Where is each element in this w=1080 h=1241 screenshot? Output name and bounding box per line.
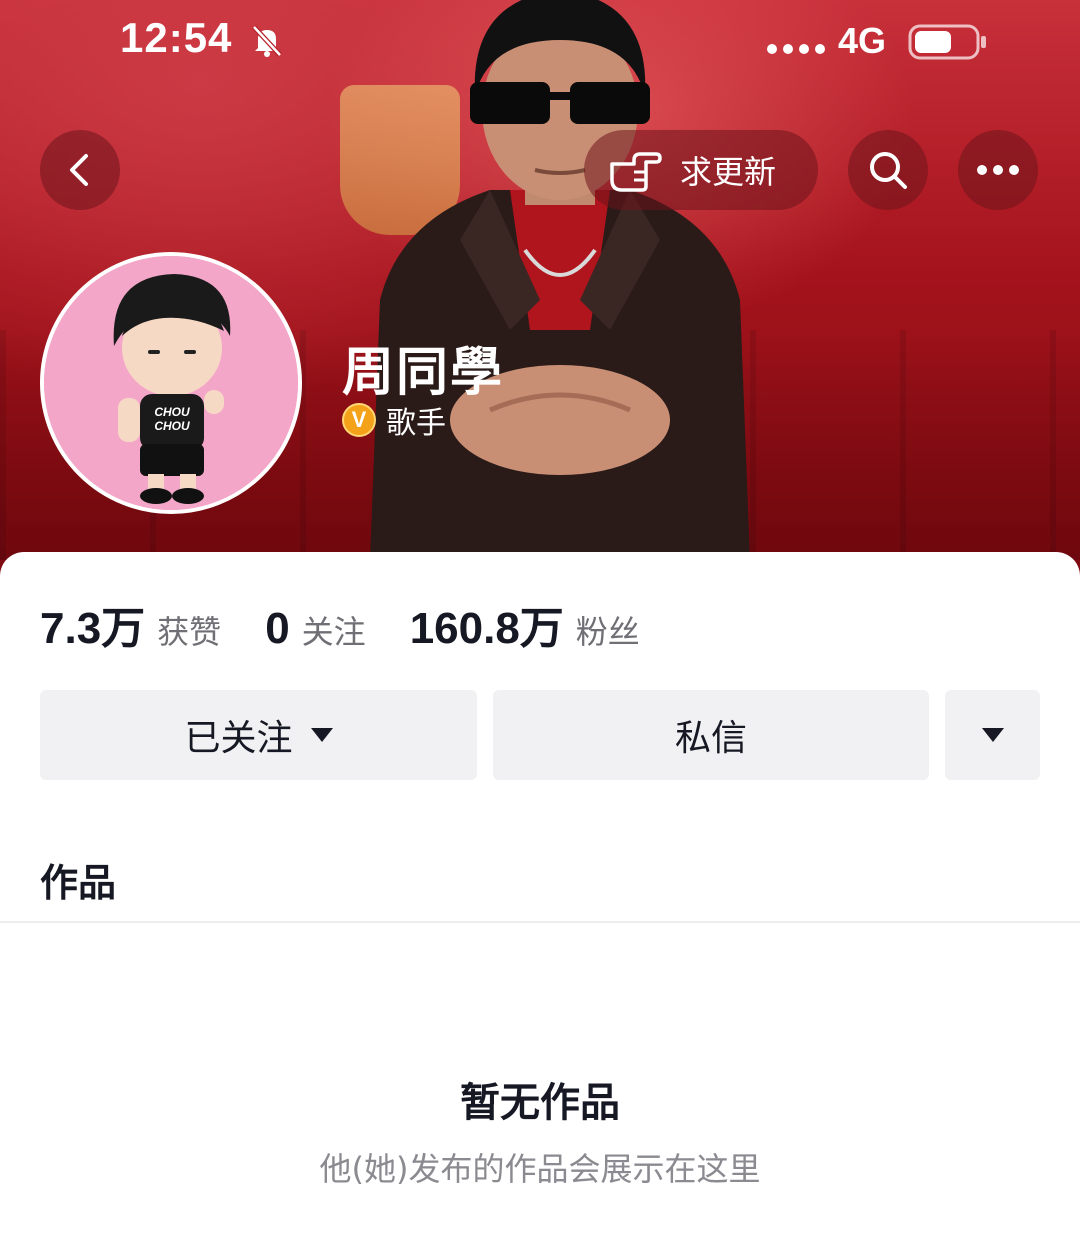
- stat-likes-label: 获赞: [157, 613, 222, 651]
- request-update-label: 求更新: [680, 153, 777, 191]
- caret-down-icon: [310, 728, 333, 742]
- empty-state-title: 暂无作品: [460, 1080, 620, 1126]
- banner-person-image: [370, 0, 750, 560]
- pointing-hand-icon: [610, 152, 662, 192]
- verified-badge-icon: V: [342, 403, 376, 437]
- followed-button[interactable]: 已关注: [40, 690, 477, 780]
- stats-row: 7.3万 获赞 0 关注 160.8万 粉丝: [40, 592, 684, 656]
- status-bar: 12:54 4G: [0, 0, 1080, 80]
- signal-dots-icon: [767, 44, 825, 54]
- stat-followers-label: 粉丝: [575, 613, 640, 651]
- profile-banner: 12:54 4G 求更新 CHOU CHOU 周同學 V 歌手: [0, 0, 1080, 600]
- chevron-left-icon: [70, 154, 88, 186]
- profile-name: 周同學: [342, 343, 505, 403]
- network-type: 4G: [838, 20, 887, 61]
- request-update-button[interactable]: 求更新: [584, 130, 818, 210]
- action-buttons: 已关注 私信: [40, 690, 1040, 780]
- stat-following-value: 0: [265, 604, 290, 653]
- search-button[interactable]: [848, 130, 928, 210]
- back-button[interactable]: [40, 130, 120, 210]
- profile-content-sheet: 7.3万 获赞 0 关注 160.8万 粉丝 已关注 私信 作品 暂无作品 他(…: [0, 552, 1080, 1241]
- status-time: 12:54: [120, 14, 233, 61]
- more-button[interactable]: [958, 130, 1038, 210]
- more-options-button[interactable]: [945, 690, 1040, 780]
- verification-row: V 歌手: [342, 398, 446, 442]
- verification-label: 歌手: [386, 406, 446, 441]
- caret-down-icon: [981, 728, 1004, 742]
- avatar-shirt-text-1: CHOU: [154, 405, 190, 419]
- message-label: 私信: [674, 718, 747, 759]
- stat-following-label: 关注: [301, 613, 366, 651]
- avatar[interactable]: CHOU CHOU: [40, 252, 302, 514]
- search-icon: [870, 152, 907, 189]
- stat-following[interactable]: 0 关注: [265, 604, 366, 654]
- more-dots-icon: [977, 165, 1019, 175]
- message-button[interactable]: 私信: [493, 690, 929, 780]
- avatar-shirt-text-2: CHOU: [154, 419, 190, 433]
- tab-works[interactable]: 作品: [40, 852, 116, 907]
- stat-followers-value: 160.8万: [409, 604, 564, 653]
- stat-likes-value: 7.3万: [40, 604, 146, 653]
- stat-followers[interactable]: 160.8万 粉丝: [410, 592, 640, 656]
- stat-likes[interactable]: 7.3万 获赞: [40, 592, 221, 656]
- empty-state-subtitle: 他(她)发布的作品会展示在这里: [319, 1150, 761, 1188]
- avatar-cartoon-image: CHOU CHOU: [44, 256, 298, 510]
- battery-icon: [908, 24, 986, 60]
- tab-divider: [0, 921, 1080, 923]
- followed-label: 已关注: [184, 718, 293, 759]
- bell-muted-icon: [252, 25, 282, 57]
